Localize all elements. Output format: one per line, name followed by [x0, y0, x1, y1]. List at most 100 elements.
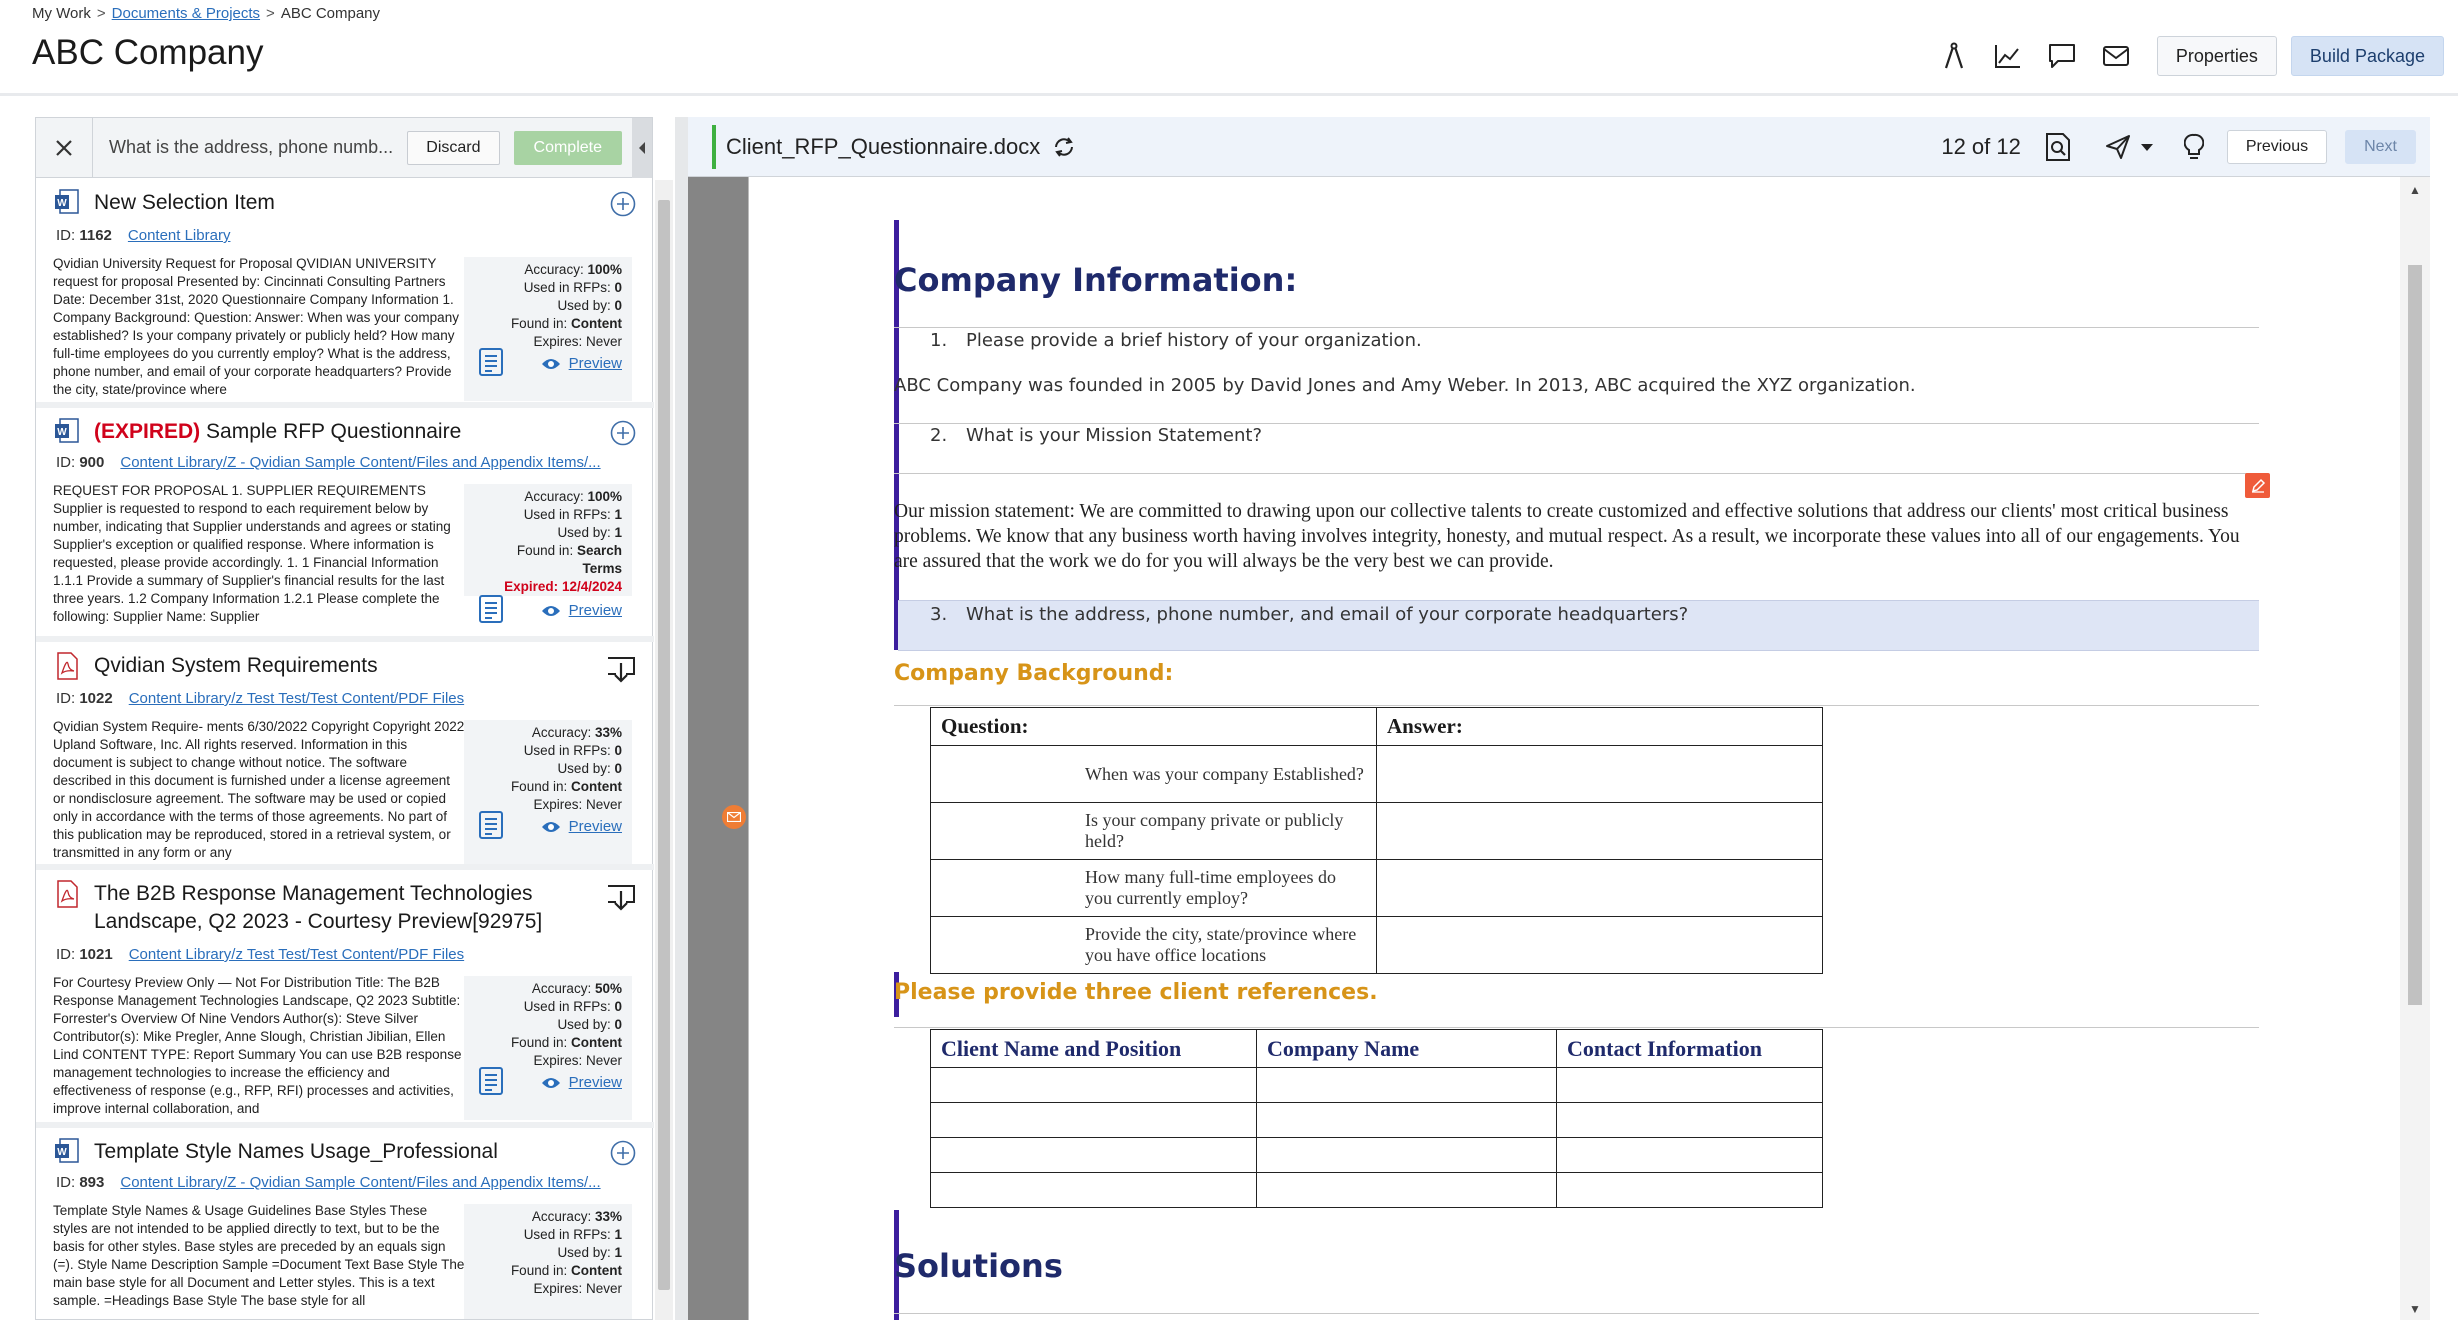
scroll-down-icon[interactable]: ▼ [2409, 1302, 2421, 1316]
table-row[interactable]: Provide the city, state/province where y… [930, 916, 1823, 974]
results-scrollbar[interactable] [655, 180, 673, 1320]
divider [894, 1027, 2259, 1028]
page-title: ABC Company [32, 33, 264, 72]
page-count: 12 of 12 [1941, 134, 2021, 159]
scroll-up-icon[interactable]: ▲ [2409, 183, 2421, 197]
table-row[interactable]: When was your company Established? [930, 745, 1823, 803]
document-view-icon[interactable] [478, 1066, 504, 1101]
results-toolbar: What is the address, phone numb... Disca… [36, 117, 652, 178]
previous-button[interactable]: Previous [2226, 130, 2328, 164]
stat-found-in: Found in: Content [510, 779, 622, 794]
eye-icon [541, 1077, 560, 1088]
stat-found-in-cont: Terms [582, 561, 622, 576]
download-icon[interactable] [606, 654, 636, 689]
list-item[interactable]: W New Selection Item ID: 1162 Content Lib… [36, 179, 654, 408]
stat-used-in-rfps: Used in RFPs: 0 [523, 743, 622, 758]
panel-resize-handle[interactable] [675, 117, 688, 1320]
result-path-link[interactable]: Content Library/Z - Qvidian Sample Conte… [120, 1174, 600, 1191]
result-meta: ID: 1022 Content Library/z Test Test/Test… [56, 690, 465, 707]
add-circle-icon[interactable] [610, 191, 636, 222]
scrollbar-thumb[interactable] [2408, 265, 2422, 1005]
breadcrumb-documents-projects[interactable]: Documents & Projects [112, 5, 260, 22]
result-path-link[interactable]: Content Library [128, 227, 231, 244]
search-query-text: What is the address, phone numb... [92, 117, 407, 178]
stat-accuracy: Accuracy: 50% [531, 981, 622, 996]
result-header: The B2B Response Management Technologies… [54, 880, 584, 936]
sync-icon[interactable] [1052, 135, 1076, 159]
eye-icon [541, 358, 560, 369]
next-button[interactable]: Next [2345, 130, 2416, 164]
table-row[interactable] [930, 1137, 1823, 1173]
breadcrumb-home[interactable]: My Work [32, 5, 91, 22]
answer-cell[interactable] [1376, 916, 1823, 974]
find-in-document-icon[interactable] [2035, 125, 2081, 169]
preview-link[interactable]: Preview [541, 602, 622, 619]
answer-2-mission[interactable]: Our mission statement: We are committed … [894, 499, 2254, 574]
answer-1[interactable]: ABC Company was founded in 2005 by David… [894, 375, 1916, 396]
header-toolbar: Properties Build Package [1927, 34, 2444, 78]
result-title[interactable]: Qvidian System Requirements [94, 652, 594, 680]
result-path-link[interactable]: Content Library/Z - Qvidian Sample Conte… [120, 454, 600, 471]
list-item[interactable]: W (EXPIRED) Sample RFP Questionnaire ID:… [36, 408, 654, 642]
answer-cell[interactable] [1376, 859, 1823, 917]
question-1[interactable]: 1. Please provide a brief history of your… [930, 330, 1422, 351]
table-row[interactable] [930, 1102, 1823, 1138]
collapse-panel-icon[interactable] [632, 117, 652, 178]
result-stats-footer: Preview [464, 594, 632, 632]
table-row[interactable] [930, 1067, 1823, 1103]
mail-icon[interactable] [2089, 34, 2143, 78]
stat-accuracy: Accuracy: 33% [531, 1209, 622, 1224]
add-circle-icon[interactable] [610, 1140, 636, 1171]
analytics-icon[interactable] [1981, 34, 2035, 78]
question-2[interactable]: 2. What is your Mission Statement? [930, 425, 1262, 446]
result-header: Qvidian System Requirements [54, 652, 594, 680]
document-view-icon[interactable] [478, 594, 504, 629]
answer-cell[interactable] [1376, 802, 1823, 860]
result-title[interactable]: The B2B Response Management Technologies… [94, 880, 584, 936]
discard-button[interactable]: Discard [407, 130, 500, 165]
result-path-link[interactable]: Content Library/z Test Test/Test Content… [129, 690, 464, 707]
scrollbar-thumb[interactable] [658, 200, 670, 1290]
stat-expires: Expires: Never [533, 1281, 622, 1296]
build-package-button[interactable]: Build Package [2290, 36, 2444, 76]
document-gutter [688, 177, 748, 1320]
table-row[interactable] [930, 1172, 1823, 1208]
close-icon[interactable] [36, 118, 92, 178]
header-divider [0, 93, 2458, 96]
result-title[interactable]: (EXPIRED) Sample RFP Questionnaire [94, 418, 594, 446]
table-row[interactable]: How many full-time employees do you curr… [930, 859, 1823, 917]
list-item[interactable]: Qvidian System Requirements ID: 1022 Cont… [36, 642, 654, 870]
properties-button[interactable]: Properties [2156, 36, 2277, 76]
edit-pencil-icon[interactable] [2245, 473, 2270, 498]
result-snippet: Qvidian University Request for Proposal … [53, 256, 459, 397]
comment-icon[interactable] [2035, 34, 2089, 78]
table-header: Company Name [1256, 1029, 1557, 1068]
stat-used-by: Used by: 1 [557, 1245, 622, 1260]
lightbulb-icon[interactable] [2171, 125, 2217, 169]
add-circle-icon[interactable] [610, 420, 636, 451]
preview-link[interactable]: Preview [541, 1074, 622, 1091]
result-header: W (EXPIRED) Sample RFP Questionnaire [54, 418, 594, 446]
stat-used-by: Used by: 0 [557, 761, 622, 776]
compass-icon[interactable] [1927, 34, 1981, 78]
preview-link[interactable]: Preview [541, 355, 622, 372]
mail-marker-icon[interactable] [722, 805, 746, 829]
result-path-link[interactable]: Content Library/z Test Test/Test Content… [129, 946, 464, 963]
list-item[interactable]: The B2B Response Management Technologies… [36, 870, 654, 1128]
complete-button[interactable]: Complete [513, 130, 622, 165]
preview-link[interactable]: Preview [541, 818, 622, 835]
result-title[interactable]: Template Style Names Usage_Professional [94, 1138, 594, 1166]
word-doc-icon: W [55, 1138, 79, 1163]
answer-cell[interactable] [1376, 745, 1823, 803]
result-stats-footer: Preview [464, 1066, 632, 1104]
document-scrollbar[interactable]: ▲ ▼ [2400, 177, 2430, 1320]
download-icon[interactable] [606, 882, 636, 917]
document-view-icon[interactable] [478, 810, 504, 845]
question-3[interactable]: 3. What is the address, phone number, and… [930, 604, 1688, 625]
divider [894, 473, 2259, 474]
table-row[interactable]: Is your company private or publicly held… [930, 802, 1823, 860]
send-icon[interactable] [2095, 125, 2165, 169]
list-item[interactable]: W Template Style Names Usage_Professiona… [36, 1128, 654, 1319]
document-view-icon[interactable] [478, 347, 504, 382]
result-title[interactable]: New Selection Item [94, 189, 594, 217]
